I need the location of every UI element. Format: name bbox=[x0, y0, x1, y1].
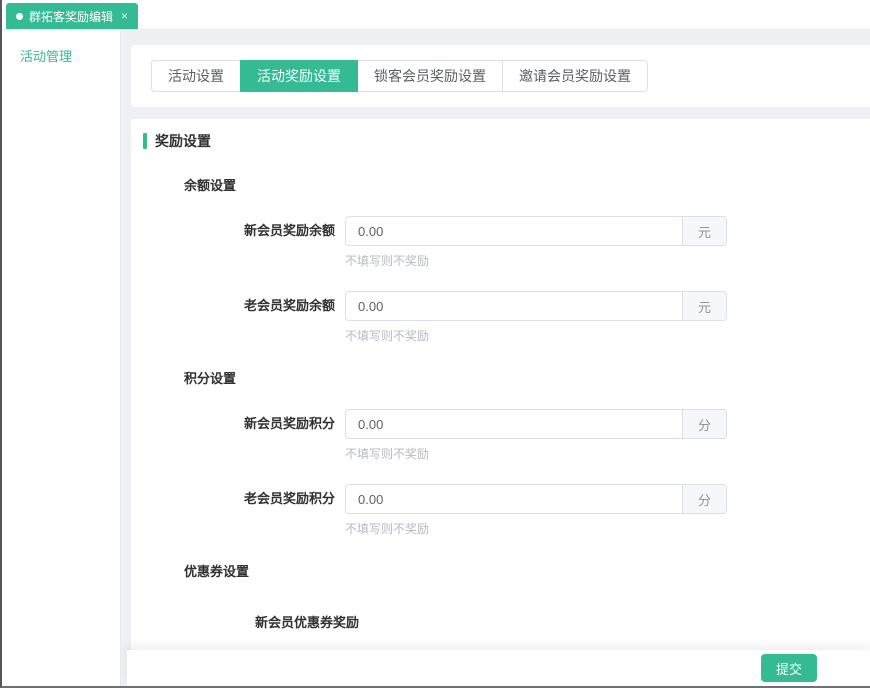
page-tabs-bar: 群拓客奖励编辑 × bbox=[2, 0, 870, 30]
group-title-coupon: 优惠券设置 bbox=[184, 561, 870, 580]
old-member-balance-input[interactable] bbox=[346, 292, 682, 320]
unit-suffix: 元 bbox=[682, 217, 726, 245]
submit-button[interactable]: 提交 bbox=[761, 654, 817, 682]
new-member-points-input[interactable] bbox=[346, 410, 682, 438]
section-accent-bar bbox=[143, 133, 147, 149]
tab-lock-member-reward-settings[interactable]: 锁客会员奖励设置 bbox=[357, 60, 503, 92]
tab-close-icon[interactable]: × bbox=[121, 10, 128, 22]
new-member-balance-input[interactable] bbox=[346, 217, 682, 245]
field-label: 老会员奖励余额 bbox=[143, 291, 335, 321]
tab-activity-reward-settings[interactable]: 活动奖励设置 bbox=[240, 60, 358, 92]
section-title-text: 奖励设置 bbox=[155, 131, 211, 151]
active-dot-icon bbox=[16, 13, 23, 20]
section-title: 奖励设置 bbox=[143, 131, 870, 151]
field-hint: 不填写则不奖励 bbox=[345, 520, 870, 537]
unit-suffix: 元 bbox=[682, 292, 726, 320]
group-title-points: 积分设置 bbox=[184, 368, 870, 387]
unit-suffix: 分 bbox=[682, 410, 726, 438]
field-hint: 不填写则不奖励 bbox=[345, 327, 870, 344]
field-hint: 不填写则不奖励 bbox=[345, 445, 870, 462]
page-tab-label: 群拓客奖励编辑 bbox=[29, 8, 113, 25]
tab-activity-settings[interactable]: 活动设置 bbox=[151, 60, 241, 92]
old-member-points-input[interactable] bbox=[346, 485, 682, 513]
content-area: 活动设置 活动奖励设置 锁客会员奖励设置 邀请会员奖励设置 奖励设置 余额设置 … bbox=[121, 30, 870, 686]
form-row-new-member-points: 新会员奖励积分 分 bbox=[143, 409, 870, 439]
form-row-old-member-points: 老会员奖励积分 分 bbox=[143, 484, 870, 514]
old-member-points-input-group: 分 bbox=[345, 484, 727, 514]
main-area: 活动管理 活动设置 活动奖励设置 锁客会员奖励设置 邀请会员奖励设置 奖励设置 … bbox=[2, 30, 870, 686]
new-member-balance-input-group: 元 bbox=[345, 216, 727, 246]
field-label: 新会员奖励余额 bbox=[143, 216, 335, 246]
page-tab-active[interactable]: 群拓客奖励编辑 × bbox=[6, 3, 138, 29]
field-label: 新会员奖励积分 bbox=[143, 409, 335, 439]
footer-bar: 提交 bbox=[127, 650, 870, 686]
tabs-card: 活动设置 活动奖励设置 锁客会员奖励设置 邀请会员奖励设置 bbox=[131, 45, 870, 107]
unit-suffix: 分 bbox=[682, 485, 726, 513]
form-row-old-member-balance: 老会员奖励余额 元 bbox=[143, 291, 870, 321]
new-member-points-input-group: 分 bbox=[345, 409, 727, 439]
settings-tab-group: 活动设置 活动奖励设置 锁客会员奖励设置 邀请会员奖励设置 bbox=[151, 60, 870, 92]
tab-invite-member-reward-settings[interactable]: 邀请会员奖励设置 bbox=[502, 60, 648, 92]
group-title-balance: 余额设置 bbox=[184, 175, 870, 194]
app-window: 群拓客奖励编辑 × 活动管理 活动设置 活动奖励设置 锁客会员奖励设置 邀请会员… bbox=[0, 0, 870, 688]
new-member-coupon-label: 新会员优惠券奖励 bbox=[255, 612, 870, 631]
field-label: 老会员奖励积分 bbox=[143, 484, 335, 514]
sidebar: 活动管理 bbox=[2, 30, 121, 686]
field-hint: 不填写则不奖励 bbox=[345, 252, 870, 269]
form-row-new-member-balance: 新会员奖励余额 元 bbox=[143, 216, 870, 246]
reward-settings-card: 奖励设置 余额设置 新会员奖励余额 元 不填写则不奖励 老会员奖励余额 bbox=[131, 119, 870, 686]
old-member-balance-input-group: 元 bbox=[345, 291, 727, 321]
sidebar-item-activity-management[interactable]: 活动管理 bbox=[2, 30, 120, 65]
